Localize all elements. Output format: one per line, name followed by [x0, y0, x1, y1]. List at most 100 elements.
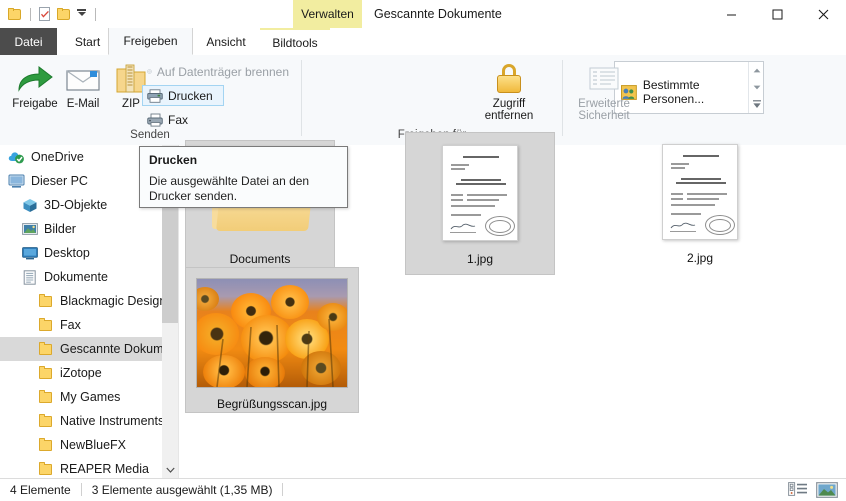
email-label: E-Mail: [66, 98, 100, 110]
ribbon-tab-strip: Datei Start Freigeben Ansicht Bildtools …: [0, 28, 846, 77]
pictures-icon: [22, 223, 38, 235]
qat-separator: [30, 7, 31, 21]
burn-to-disc-item[interactable]: Auf Datenträger brennen: [142, 61, 294, 82]
erweiterte-sicherheit-label: Erweiterte Sicherheit: [578, 98, 630, 122]
nav-label: Gescannte Dokumente: [60, 342, 178, 356]
envelope-icon: [63, 60, 103, 98]
tooltip-title: Drucken: [149, 153, 198, 167]
nav-item-newbluefx[interactable]: NewBlueFX: [0, 433, 178, 457]
file-item-1jpg[interactable]: 1.jpg: [405, 132, 555, 275]
nav-label: 3D-Objekte: [44, 198, 108, 212]
file-item-2jpg[interactable]: 2.jpg: [625, 132, 775, 275]
nav-label: iZotope: [60, 366, 102, 380]
nav-item-native-instruments[interactable]: Native Instruments: [0, 409, 178, 433]
nav-item-fax[interactable]: Fax: [0, 313, 178, 337]
large-icons-view-button[interactable]: [816, 482, 838, 498]
print-tooltip: Drucken Die ausgewählte Datei an den Dru…: [139, 146, 348, 208]
minimize-button[interactable]: [708, 0, 754, 28]
desktop-icon: [22, 247, 38, 260]
properties-icon[interactable]: [38, 6, 52, 22]
folder-icon: [38, 414, 54, 428]
gallery-scroll-up-icon[interactable]: [749, 62, 764, 79]
lock-icon: [496, 60, 522, 98]
documents-icon: [23, 269, 36, 285]
document-thumbnail: [645, 138, 755, 246]
nav-label: REAPER Media: [60, 462, 149, 476]
burn-to-disc-label: Auf Datenträger brennen: [156, 64, 289, 79]
nav-label: Native Instruments: [60, 414, 165, 428]
folder-icon: [38, 390, 54, 404]
title-bar: Verwalten Gescannte Dokumente: [0, 0, 846, 28]
nav-label: OneDrive: [31, 150, 84, 164]
ribbon-group-erweiterte-sicherheit: Erweiterte Sicherheit: [563, 55, 643, 144]
file-item-begruessungsscan[interactable]: Begrüßungsscan.jpg: [185, 267, 359, 413]
tab-bildtools[interactable]: Bildtools: [260, 28, 330, 55]
tab-freigeben[interactable]: Freigeben: [108, 28, 193, 55]
computer-icon: [8, 174, 25, 188]
erweiterte-sicherheit-button[interactable]: Erweiterte Sicherheit: [569, 59, 639, 123]
file-label: Documents: [229, 252, 291, 266]
folder-icon[interactable]: [8, 7, 23, 21]
zugriff-entfernen-button[interactable]: Zugriff entfernen: [476, 59, 542, 123]
fax-item[interactable]: Fax: [142, 109, 204, 130]
view-mode-buttons: [788, 479, 838, 501]
details-view-button[interactable]: [788, 482, 807, 498]
window-title: Gescannte Dokumente: [374, 7, 502, 21]
folder-icon: [38, 294, 54, 308]
file-label: Begrüßungsscan.jpg: [216, 397, 328, 411]
maximize-button[interactable]: [754, 0, 800, 28]
new-folder-icon[interactable]: [57, 7, 72, 21]
nav-label: NewBlueFX: [60, 438, 126, 452]
file-label: 2.jpg: [686, 251, 714, 265]
main-area: OneDrive Dieser PC 3D-Objekte Bilder Des…: [0, 132, 846, 478]
print-item[interactable]: Drucken: [142, 85, 224, 106]
nav-item-reaper-media[interactable]: REAPER Media: [0, 457, 178, 478]
contextual-tab-verwalten[interactable]: Verwalten: [293, 0, 362, 28]
folder-icon: [38, 342, 54, 356]
flower-photo-icon: [196, 278, 348, 388]
nav-item-my-games[interactable]: My Games: [0, 385, 178, 409]
nav-item-dokumente[interactable]: Dokumente: [0, 265, 178, 289]
window-controls: [708, 0, 846, 28]
photo-thumbnail: [192, 274, 352, 392]
security-list-icon: [589, 60, 619, 98]
item-count-label: 4 Elemente: [10, 482, 71, 497]
tooltip-body: Die ausgewählte Datei an den Drucker sen…: [149, 174, 310, 203]
status-bar: 4 Elemente 3 Elemente ausgewählt (1,35 M…: [0, 478, 846, 500]
fax-icon: [147, 113, 163, 127]
quick-access-toolbar: [8, 3, 98, 25]
customize-dropdown-icon[interactable]: [77, 7, 88, 21]
nav-label: Dieser PC: [31, 174, 88, 188]
tab-datei[interactable]: Datei: [0, 28, 57, 55]
qat-separator-2: [95, 7, 96, 21]
status-separator-2: [282, 483, 284, 496]
3d-objects-icon: [23, 198, 37, 212]
scrollbar-thumb[interactable]: [162, 205, 178, 323]
nav-item-izotope[interactable]: iZotope: [0, 361, 178, 385]
nav-item-blackmagic-design[interactable]: Blackmagic Design: [0, 289, 178, 313]
nav-item-bilder[interactable]: Bilder: [0, 217, 178, 241]
scroll-down-icon[interactable]: [162, 461, 178, 478]
nav-label: My Games: [60, 390, 121, 404]
share-arrow-icon: [15, 60, 55, 98]
onedrive-cloud-icon: [8, 152, 24, 164]
scanned-document-icon: [662, 144, 738, 240]
selection-label: 3 Elemente ausgewählt (1,35 MB): [91, 482, 273, 497]
file-explorer-window: Verwalten Gescannte Dokumente Datei Star…: [0, 0, 846, 500]
nav-label: Blackmagic Design: [60, 294, 167, 308]
gallery-scrollbar[interactable]: [748, 62, 763, 113]
nav-item-desktop[interactable]: Desktop: [0, 241, 178, 265]
gallery-scroll-down-icon[interactable]: [749, 79, 764, 96]
folder-icon: [38, 366, 54, 380]
nav-label: Desktop: [44, 246, 90, 260]
close-button[interactable]: [800, 0, 846, 28]
disc-icon: [147, 69, 152, 74]
nav-item-gescannte-dokumente[interactable]: Gescannte Dokumente: [0, 337, 178, 361]
gallery-expand-icon[interactable]: [749, 96, 764, 113]
ribbon-group-freigeben-fuer: Bestimmte Personen... Zugriff entfernen: [302, 55, 764, 144]
nav-label: Bilder: [44, 222, 76, 236]
nav-label: Dokumente: [44, 270, 108, 284]
document-thumbnail: [425, 139, 535, 247]
ribbon-group-senden: Freigabe E-Mail ZIP Auf Datenträger bren…: [0, 55, 300, 144]
tab-ansicht[interactable]: Ansicht: [193, 28, 259, 55]
